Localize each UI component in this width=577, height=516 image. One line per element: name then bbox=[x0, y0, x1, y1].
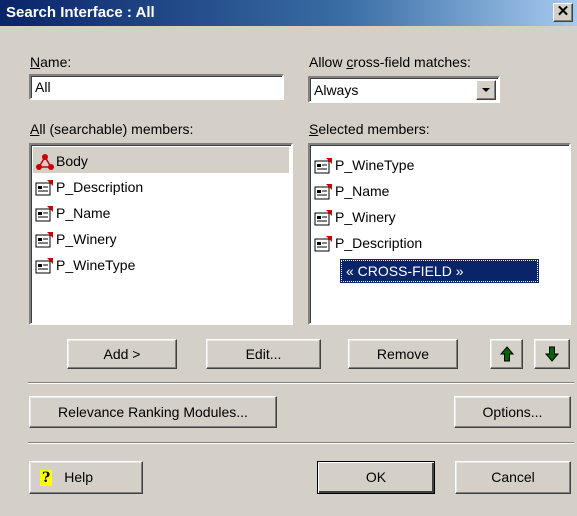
add-button[interactable]: Add > bbox=[67, 339, 177, 369]
list-item-p-description[interactable]: P_Description bbox=[35, 175, 143, 199]
cross-field-selected-value: Always bbox=[314, 82, 359, 98]
list-item-label: Body bbox=[56, 153, 88, 169]
ok-button[interactable]: OK bbox=[317, 461, 435, 494]
list-item-label: P_WineType bbox=[56, 257, 136, 273]
all-members-list[interactable]: Body P_Description P_Name P_Winery P_Win… bbox=[29, 143, 293, 325]
relevance-ranking-modules-button[interactable]: Relevance Ranking Modules... bbox=[29, 396, 277, 428]
property-icon bbox=[35, 257, 55, 275]
name-label: Name: bbox=[30, 54, 72, 70]
list-item-label: P_WineType bbox=[335, 157, 415, 173]
edit-button-label: Edit... bbox=[245, 346, 282, 362]
body-node-icon bbox=[35, 153, 55, 171]
relevance-button-label: Relevance Ranking Modules... bbox=[58, 404, 248, 420]
property-icon bbox=[314, 157, 334, 175]
help-button[interactable]: ? Help bbox=[29, 461, 143, 494]
list-item-label: P_Name bbox=[335, 183, 390, 199]
separator bbox=[28, 382, 574, 384]
list-item-label: P_Description bbox=[335, 235, 423, 251]
property-icon bbox=[35, 179, 55, 197]
property-icon bbox=[314, 235, 334, 253]
cross-field-select[interactable]: Always bbox=[308, 76, 500, 103]
list-item-p-winery[interactable]: P_Winery bbox=[35, 227, 117, 251]
list-item-p-name[interactable]: P_Name bbox=[314, 179, 389, 203]
move-down-button[interactable] bbox=[534, 339, 570, 369]
list-item-label: « CROSS-FIELD » bbox=[346, 263, 464, 279]
arrow-down-icon bbox=[544, 346, 560, 365]
remove-button[interactable]: Remove bbox=[348, 339, 458, 369]
edit-button[interactable]: Edit... bbox=[206, 339, 321, 369]
property-icon bbox=[314, 183, 334, 201]
chevron-down-icon[interactable] bbox=[476, 80, 496, 100]
close-button[interactable]: ✕ bbox=[553, 3, 573, 22]
property-icon bbox=[314, 209, 334, 227]
arrow-up-icon bbox=[499, 346, 515, 365]
cancel-button-label: Cancel bbox=[491, 469, 535, 485]
name-input[interactable]: All bbox=[29, 74, 284, 100]
help-icon: ? bbox=[40, 470, 53, 486]
remove-button-label: Remove bbox=[376, 346, 430, 362]
ok-button-label: OK bbox=[365, 469, 387, 485]
add-button-label: Add > bbox=[103, 346, 141, 362]
list-item-p-winery[interactable]: P_Winery bbox=[314, 205, 396, 229]
list-item-p-winetype[interactable]: P_WineType bbox=[314, 153, 414, 177]
title-bar: Search Interface : All ✕ bbox=[0, 0, 577, 26]
window-title: Search Interface : All bbox=[6, 4, 155, 21]
selected-members-label: Selected members: bbox=[309, 121, 430, 137]
options-button-label: Options... bbox=[482, 404, 543, 420]
list-item-label: P_Winery bbox=[56, 231, 117, 247]
list-item-p-winetype[interactable]: P_WineType bbox=[35, 253, 135, 277]
all-members-label: All (searchable) members: bbox=[30, 121, 194, 137]
list-item-p-description[interactable]: P_Description bbox=[314, 231, 422, 255]
list-item-label: P_Winery bbox=[335, 209, 396, 225]
list-item-p-name[interactable]: P_Name bbox=[35, 201, 110, 225]
list-item-cross-field-selected[interactable]: « CROSS-FIELD » bbox=[340, 259, 539, 283]
separator bbox=[28, 442, 574, 444]
list-item-label: P_Name bbox=[56, 205, 111, 221]
list-item-label: P_Description bbox=[56, 179, 144, 195]
options-button[interactable]: Options... bbox=[454, 396, 571, 428]
move-up-button[interactable] bbox=[490, 339, 523, 369]
cross-field-label: Allow cross-field matches: bbox=[309, 54, 471, 70]
name-value: All bbox=[35, 79, 51, 95]
selected-members-list[interactable]: P_WineType P_Name P_Winery P_Description… bbox=[308, 143, 571, 325]
cancel-button[interactable]: Cancel bbox=[455, 461, 571, 494]
property-icon bbox=[35, 231, 55, 249]
close-icon: ✕ bbox=[556, 3, 570, 20]
list-item-body[interactable]: Body bbox=[35, 149, 88, 173]
property-icon bbox=[35, 205, 55, 223]
help-button-label: Help bbox=[64, 469, 93, 485]
